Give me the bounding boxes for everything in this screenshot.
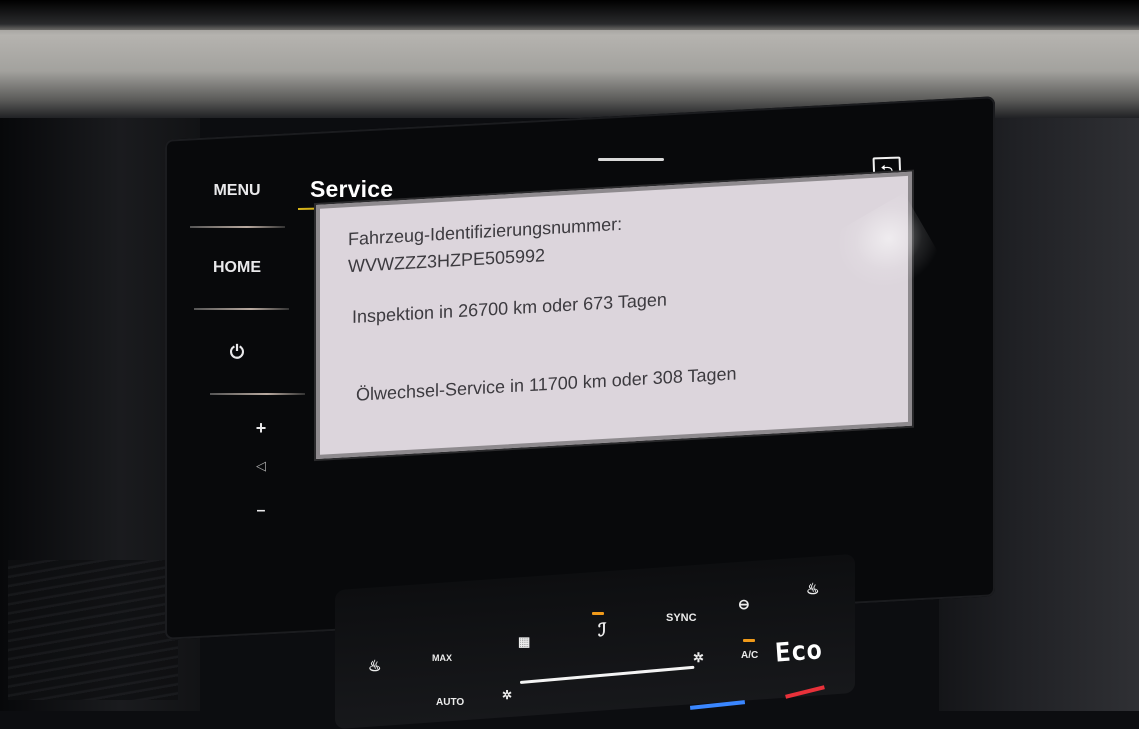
menu-button[interactable]: MENU (188, 182, 286, 200)
ac-led (743, 639, 755, 642)
dashboard-top-edge (0, 0, 1139, 30)
eco-button[interactable]: Eco (774, 635, 823, 668)
rear-defrost-icon[interactable]: ▦ (518, 634, 530, 650)
fan-low-icon: ✲ (502, 688, 513, 702)
vin-label: Fahrzeug-Identifizierungsnummer: (348, 213, 623, 250)
volume-down-button[interactable]: – (212, 502, 310, 520)
inspection-info: Inspektion in 26700 km oder 673 Tagen (352, 289, 667, 327)
seat-ventilation-icon[interactable]: ℐ (598, 620, 606, 641)
page-title: Service (310, 176, 394, 202)
volume-icon: ◁ (256, 458, 266, 473)
seat-heating-right-icon[interactable]: ♨ (806, 580, 819, 598)
volume-up-button[interactable]: + (212, 418, 310, 439)
home-button[interactable]: HOME (188, 259, 286, 277)
divider (210, 393, 305, 395)
oil-service-info: Ölwechsel-Service in 11700 km oder 308 T… (356, 363, 737, 405)
seat-ventilation-led (592, 612, 604, 615)
seat-heating-left-icon[interactable]: ♨ (368, 657, 381, 675)
vin-value: WVWZZZ3HZPE505992 (348, 245, 546, 277)
service-info-card: Fahrzeug-Identifizierungsnummer: WVWZZZ3… (316, 171, 912, 460)
fan-high-icon: ✲ (693, 650, 704, 665)
power-icon[interactable]: ⏻ (188, 342, 286, 363)
divider (194, 308, 289, 310)
pull-down-handle[interactable] (598, 158, 664, 161)
air-vent (8, 560, 178, 700)
ac-button[interactable]: A/C (741, 650, 758, 661)
recirculation-icon[interactable]: ⊖ (738, 596, 750, 613)
divider (190, 226, 285, 228)
side-control-panel: MENU HOME ⏻ + ◁ – (188, 150, 305, 560)
max-defrost-button[interactable]: MAX (432, 653, 452, 663)
auto-button[interactable]: AUTO (436, 697, 464, 708)
sync-button[interactable]: SYNC (666, 612, 697, 624)
